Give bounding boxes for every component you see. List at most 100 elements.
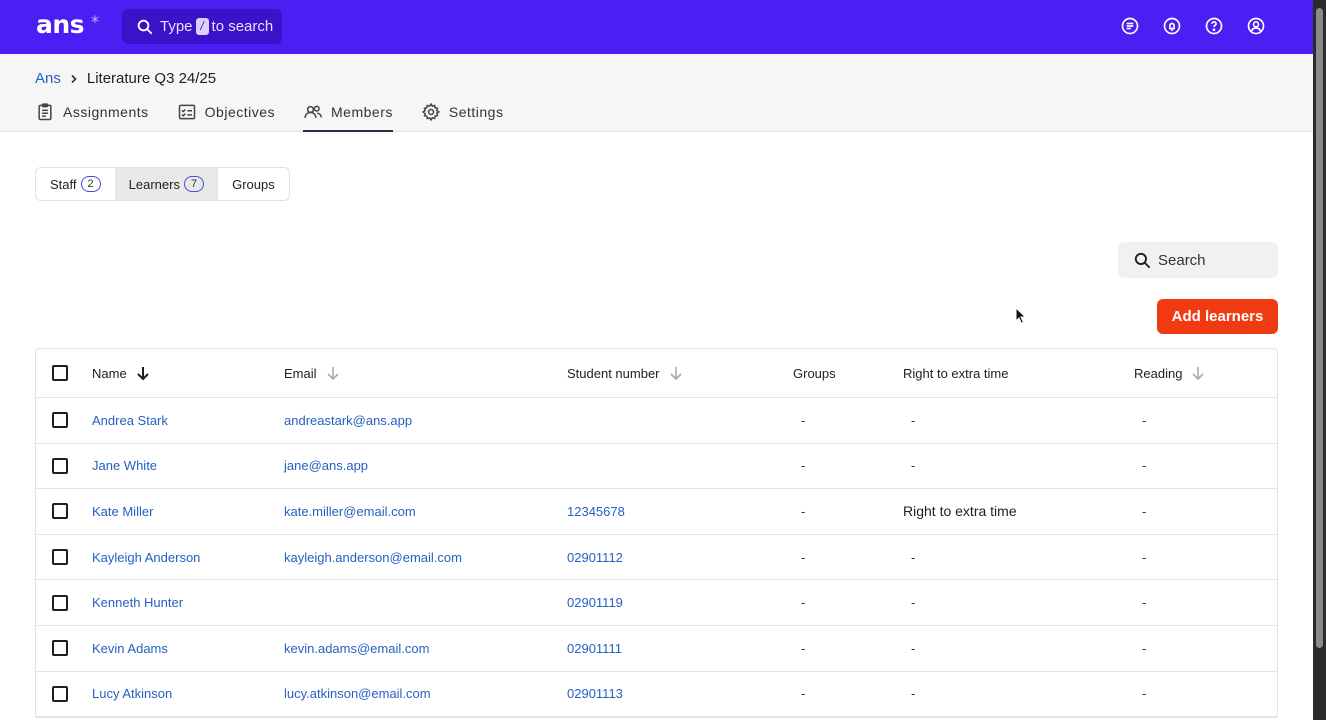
- learner-email-link[interactable]: lucy.atkinson@email.com: [284, 672, 431, 717]
- row-select-cell: [52, 489, 68, 534]
- column-header-reading[interactable]: Reading: [1134, 349, 1206, 397]
- breadcrumb: Ans Literature Q3 24/25: [35, 70, 216, 87]
- member-type-switcher: Staff 2 Learners 7 Groups: [35, 167, 290, 201]
- arrow-down-icon[interactable]: [668, 365, 684, 381]
- arrow-down-icon[interactable]: [325, 365, 341, 381]
- notifications-icon[interactable]: [1162, 16, 1182, 36]
- tab-label: Objectives: [204, 104, 276, 120]
- column-header-email[interactable]: Email: [284, 349, 341, 397]
- student-number-link[interactable]: 02901112: [567, 535, 623, 580]
- row-checkbox[interactable]: [52, 457, 68, 474]
- reading-value: -: [1142, 503, 1147, 519]
- announcements-icon[interactable]: [1120, 16, 1140, 36]
- arrow-down-icon[interactable]: [135, 365, 151, 381]
- segment-groups[interactable]: Groups: [218, 168, 289, 200]
- top-bar: ans * Type / to search: [0, 0, 1313, 54]
- row-select-cell: [52, 626, 68, 671]
- groups-value: -: [801, 458, 806, 474]
- learner-email-link[interactable]: kate.miller@email.com: [284, 489, 416, 534]
- segment-learners[interactable]: Learners 7: [114, 168, 219, 200]
- reading-value: -: [1142, 595, 1147, 611]
- table-row: Lucy Atkinson lucy.atkinson@email.com 02…: [36, 672, 1277, 718]
- column-header-name[interactable]: Name: [92, 349, 151, 397]
- student-number-link[interactable]: 02901111: [567, 626, 622, 671]
- row-select-cell: [52, 672, 68, 717]
- learner-name-link[interactable]: Andrea Stark: [92, 398, 168, 443]
- extra-time-value: Right to extra time: [903, 503, 1017, 520]
- search-prefix: Type: [160, 18, 193, 35]
- count-badge: 2: [80, 176, 101, 192]
- learner-email-link[interactable]: kayleigh.anderson@email.com: [284, 535, 462, 580]
- search-icon: [1134, 252, 1151, 268]
- student-number-link[interactable]: 12345678: [567, 489, 625, 534]
- row-select-cell: [52, 444, 68, 489]
- table-row: Andrea Stark andreastark@ans.app - - -: [36, 398, 1277, 444]
- chevron-right-icon: [71, 74, 77, 83]
- learner-name-link[interactable]: Kevin Adams: [92, 626, 168, 671]
- column-header-student-number[interactable]: Student number: [567, 349, 684, 397]
- scrollbar-thumb[interactable]: [1316, 8, 1323, 648]
- segment-label: Staff: [50, 176, 77, 192]
- select-all-cell: [52, 349, 68, 397]
- checklist-icon: [178, 104, 195, 120]
- column-header-groups: Groups: [793, 349, 836, 397]
- logo[interactable]: ans: [36, 10, 85, 39]
- column-header-extra-time: Right to extra time: [903, 349, 1009, 397]
- course-header: Ans Literature Q3 24/25 Assignments Obje…: [0, 54, 1313, 132]
- tab-label: Settings: [448, 104, 504, 120]
- extra-time-value: -: [911, 686, 916, 702]
- tab-label: Assignments: [63, 104, 149, 120]
- row-checkbox[interactable]: [52, 594, 68, 611]
- tab-members[interactable]: Members: [303, 104, 393, 132]
- extra-time-value: -: [911, 458, 916, 474]
- student-number-link[interactable]: 02901113: [567, 672, 623, 717]
- row-checkbox[interactable]: [52, 640, 68, 657]
- row-checkbox[interactable]: [52, 503, 68, 520]
- header-label: Right to extra time: [903, 365, 1009, 381]
- table-row: Kate Miller kate.miller@email.com 123456…: [36, 489, 1277, 535]
- row-select-cell: [52, 398, 68, 443]
- row-checkbox[interactable]: [52, 685, 68, 702]
- extra-time-value: -: [911, 640, 916, 656]
- learner-name-link[interactable]: Kayleigh Anderson: [92, 535, 200, 580]
- learner-name-link[interactable]: Kenneth Hunter: [92, 580, 183, 625]
- header-label: Name: [92, 365, 127, 381]
- tab-objectives[interactable]: Objectives: [177, 104, 275, 132]
- groups-value: -: [801, 595, 806, 611]
- reading-value: -: [1142, 549, 1147, 565]
- header-label: Student number: [567, 365, 660, 381]
- search-placeholder: Search: [1158, 251, 1206, 269]
- segment-label: Groups: [232, 176, 275, 192]
- row-checkbox[interactable]: [52, 549, 68, 566]
- help-icon[interactable]: [1204, 16, 1224, 36]
- global-search-button[interactable]: Type / to search: [122, 9, 282, 44]
- table-row: Kevin Adams kevin.adams@email.com 029011…: [36, 626, 1277, 672]
- groups-value: -: [801, 686, 806, 702]
- learner-email-link[interactable]: andreastark@ans.app: [284, 398, 412, 443]
- select-all-checkbox[interactable]: [52, 365, 68, 381]
- breadcrumb-root-link[interactable]: Ans: [35, 70, 61, 87]
- header-label: Reading: [1134, 365, 1183, 381]
- segment-staff[interactable]: Staff 2: [36, 168, 115, 200]
- row-checkbox[interactable]: [52, 412, 68, 429]
- tab-settings[interactable]: Settings: [421, 102, 504, 132]
- row-select-cell: [52, 580, 68, 625]
- account-icon[interactable]: [1246, 16, 1266, 36]
- search-input[interactable]: Search: [1118, 242, 1278, 278]
- add-learners-button[interactable]: Add learners: [1157, 299, 1278, 334]
- groups-value: -: [801, 640, 806, 656]
- groups-value: -: [801, 412, 806, 428]
- mouse-pointer-icon: [1015, 307, 1027, 325]
- learner-name-link[interactable]: Kate Miller: [92, 489, 153, 534]
- table-row: Jane White jane@ans.app - - -: [36, 444, 1277, 490]
- groups-value: -: [801, 503, 806, 519]
- learner-name-link[interactable]: Jane White: [92, 444, 157, 489]
- tab-assignments[interactable]: Assignments: [35, 103, 149, 132]
- table-header-row: Name Email Student number Groups Right t…: [36, 349, 1277, 398]
- student-number-link[interactable]: 02901119: [567, 580, 623, 625]
- learner-name-link[interactable]: Lucy Atkinson: [92, 672, 172, 717]
- learner-email-link[interactable]: jane@ans.app: [284, 444, 368, 489]
- arrow-down-icon[interactable]: [1190, 365, 1206, 381]
- learner-email-link[interactable]: kevin.adams@email.com: [284, 626, 429, 671]
- window-scrollbar[interactable]: [1313, 0, 1326, 720]
